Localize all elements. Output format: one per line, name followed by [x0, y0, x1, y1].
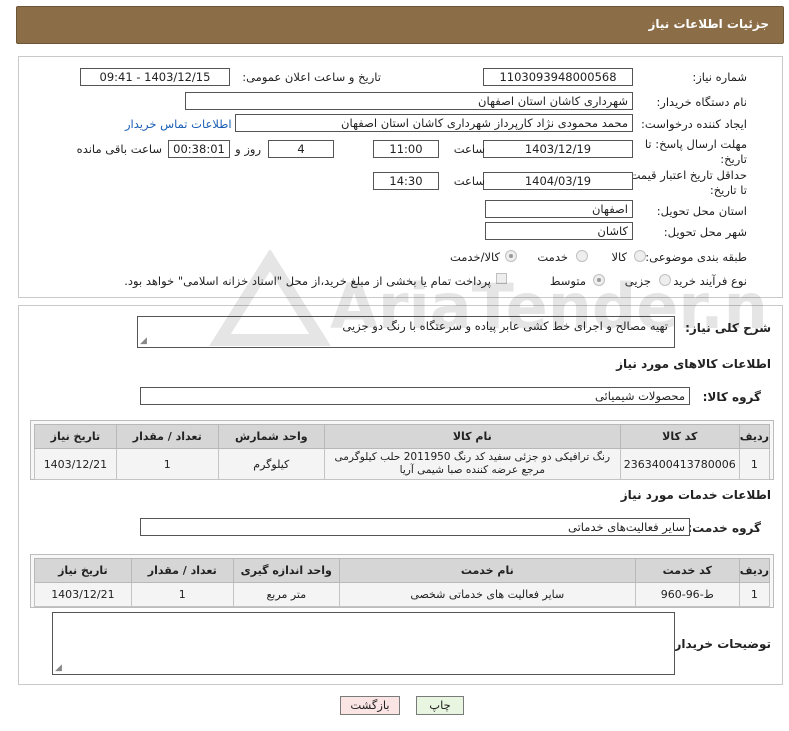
table-row: 1 ط-96-960 سایر فعالیت های خدماتی شخصی م… — [34, 582, 771, 607]
goods-col-code: کد کالا — [619, 424, 740, 449]
table-row: 1 2363400413780006 رنگ ترافیکی دو جزئی س… — [34, 448, 771, 480]
buyer-notes-textarea[interactable]: ◢ — [52, 612, 675, 675]
city-field: کاشان — [485, 222, 633, 240]
remaining-time-label: ساعت باقی مانده — [76, 142, 162, 156]
category-label: طبقه بندی موضوعی: — [645, 250, 747, 264]
process-radio-medium[interactable] — [593, 274, 605, 286]
buyer-contact-link[interactable]: اطلاعات تماس خریدار — [125, 117, 232, 131]
category-goods-label: کالا — [611, 250, 627, 264]
back-button[interactable]: بازگشت — [340, 696, 400, 715]
deadline-label: مهلت ارسال پاسخ: تا تاریخ: — [644, 137, 747, 166]
deadline-days-label: روز و — [235, 142, 261, 156]
services-cell-code: ط-96-960 — [634, 582, 740, 607]
buyer-notes-label: توضیحات خریدار: — [669, 637, 771, 651]
announce-field: 1403/12/15 - 09:41 — [80, 68, 230, 86]
remaining-time-field: 00:38:01 — [168, 140, 230, 158]
services-group-label: گروه خدمت: — [687, 521, 761, 535]
page-header: جزئیات اطلاعات نیاز — [16, 6, 784, 44]
deadline-time-label: ساعت — [453, 142, 485, 156]
goods-section-title: اطلاعات کالاهای مورد نیاز — [616, 357, 771, 371]
validity-label: حداقل تاریخ اعتبار قیمت: تا تاریخ: — [625, 168, 747, 197]
page-title: جزئیات اطلاعات نیاز — [648, 17, 769, 31]
print-button[interactable]: چاپ — [416, 696, 464, 715]
goods-col-index: ردیف — [738, 424, 771, 449]
services-col-name: نام خدمت — [338, 558, 636, 583]
services-cell-name: سایر فعالیت های خدماتی شخصی — [338, 582, 636, 607]
goods-group-field: محصولات شیمیائی — [140, 387, 690, 405]
services-cell-date: 1403/12/21 — [34, 582, 132, 607]
deadline-date-field: 1403/12/19 — [483, 140, 633, 158]
goods-col-unit: واحد شمارش — [217, 424, 325, 449]
goods-cell-index: 1 — [738, 448, 771, 480]
process-medium-label: متوسط — [549, 274, 586, 288]
services-group-field: سایر فعالیت‌های خدماتی — [140, 518, 690, 536]
services-cell-qty: 1 — [130, 582, 234, 607]
category-radio-goods-service[interactable] — [505, 250, 517, 262]
services-col-index: ردیف — [738, 558, 771, 583]
province-label: استان محل تحویل: — [656, 204, 747, 218]
services-col-unit: واحد اندازه گیری — [232, 558, 340, 583]
goods-cell-qty: 1 — [115, 448, 219, 480]
goods-cell-code: 2363400413780006 — [619, 448, 740, 480]
category-goods-service-label: کالا/خدمت — [449, 250, 500, 264]
requester-field: محمد محمودی نژاد کارپرداز شهرداری کاشان … — [235, 114, 633, 132]
province-field: اصفهان — [485, 200, 633, 218]
goods-cell-date: 1403/12/21 — [34, 448, 117, 480]
summary-text: تهیه مصالح و اجرای خط کشی عابر پیاده و س… — [342, 319, 668, 333]
announce-label: تاریخ و ساعت اعلان عمومی: — [242, 70, 381, 84]
category-radio-goods[interactable] — [634, 250, 646, 262]
treasury-checkbox[interactable] — [496, 273, 507, 284]
process-radio-minor[interactable] — [659, 274, 671, 286]
goods-col-name: نام کالا — [323, 424, 621, 449]
validity-time-label: ساعت — [453, 174, 485, 188]
category-service-label: خدمت — [537, 250, 568, 264]
city-label: شهر محل تحویل: — [663, 225, 747, 239]
goods-table: ردیف کد کالا نام کالا واحد شمارش تعداد /… — [34, 424, 771, 480]
goods-group-label: گروه کالا: — [702, 390, 761, 404]
deadline-days-field: 4 — [268, 140, 334, 158]
goods-col-date: تاریخ نیاز — [34, 424, 117, 449]
buyer-org-label: نام دستگاه خریدار: — [656, 95, 747, 109]
requester-label: ایجاد کننده درخواست: — [641, 117, 747, 131]
services-col-code: کد خدمت — [634, 558, 740, 583]
process-label: نوع فرآیند خرید : — [665, 274, 747, 288]
validity-time-field: 14:30 — [373, 172, 439, 190]
need-number-field: 1103093948000568 — [483, 68, 633, 86]
services-col-qty: تعداد / مقدار — [130, 558, 234, 583]
services-cell-index: 1 — [738, 582, 771, 607]
buyer-org-field: شهرداری کاشان استان اصفهان — [185, 92, 633, 110]
summary-label: شرح کلی نیاز: — [685, 321, 771, 335]
resize-grip-icon[interactable]: ◢ — [55, 663, 62, 673]
goods-cell-unit: کیلوگرم — [217, 448, 325, 480]
services-table: ردیف کد خدمت نام خدمت واحد اندازه گیری ت… — [34, 558, 771, 607]
services-col-date: تاریخ نیاز — [34, 558, 132, 583]
summary-textarea[interactable]: تهیه مصالح و اجرای خط کشی عابر پیاده و س… — [137, 316, 675, 348]
goods-col-qty: تعداد / مقدار — [115, 424, 219, 449]
category-radio-service[interactable] — [576, 250, 588, 262]
validity-date-field: 1404/03/19 — [483, 172, 633, 190]
goods-cell-name: رنگ ترافیکی دو جزئی سفید کد رنگ 2011950 … — [323, 448, 621, 480]
services-cell-unit: متر مربع — [232, 582, 340, 607]
resize-grip-icon[interactable]: ◢ — [140, 336, 147, 346]
process-minor-label: جزیی — [624, 274, 651, 288]
services-section-title: اطلاعات خدمات مورد نیاز — [620, 488, 771, 502]
need-number-label: شماره نیاز: — [692, 70, 747, 84]
treasury-note: پرداخت تمام یا بخشی از مبلغ خرید،از محل … — [124, 274, 491, 288]
deadline-time-field: 11:00 — [373, 140, 439, 158]
